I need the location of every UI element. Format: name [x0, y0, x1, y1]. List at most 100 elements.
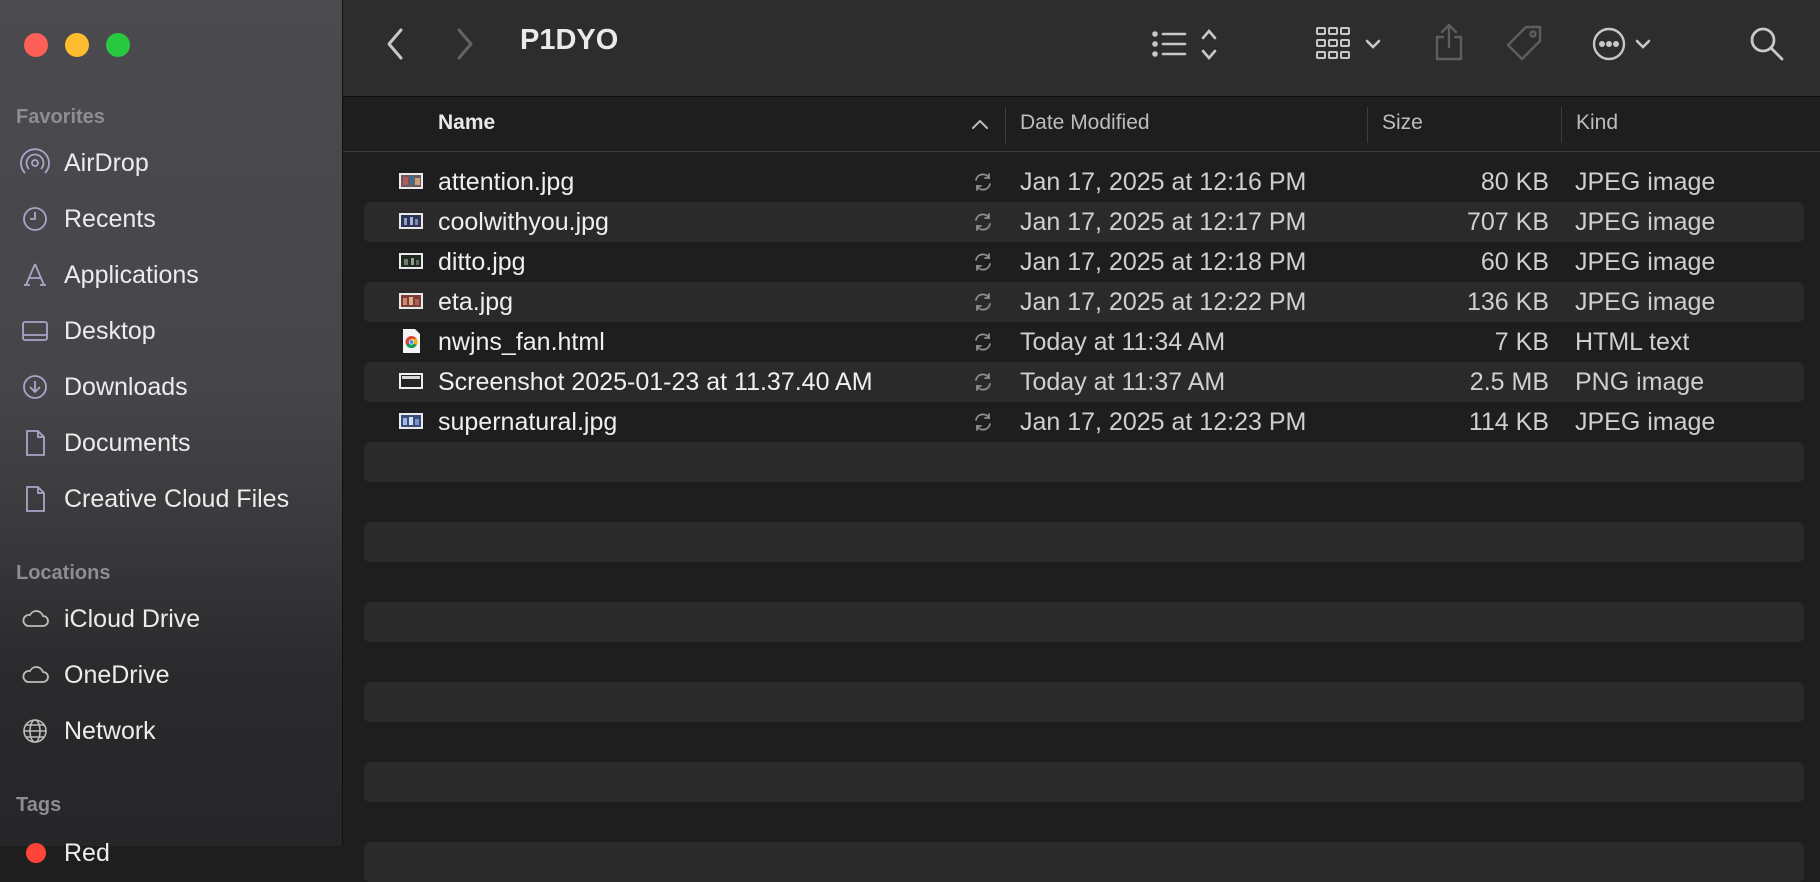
sidebar-item-icloud-drive[interactable]: iCloud Drive [0, 596, 342, 642]
sidebar-item-documents[interactable]: Documents [0, 420, 342, 466]
column-separator[interactable] [1561, 107, 1562, 143]
sidebar-item-label: Network [64, 716, 156, 745]
file-date: Jan 17, 2025 at 12:16 PM [1020, 168, 1307, 196]
share-button[interactable] [1429, 20, 1469, 64]
column-separator[interactable] [1367, 107, 1368, 143]
clock-icon [20, 204, 50, 234]
sync-status-icon [975, 373, 991, 391]
column-header-kind[interactable]: Kind [1576, 111, 1618, 135]
screenshot-thumbnail-icon [399, 373, 423, 389]
empty-row-stripe [364, 682, 1804, 722]
column-header: Name Date Modified Size Kind [343, 97, 1820, 152]
file-size: 60 KB [1480, 248, 1549, 276]
sidebar-item-airdrop[interactable]: AirDrop [0, 140, 342, 186]
cloud-icon [20, 604, 50, 634]
chrome-document-icon [403, 329, 420, 353]
favorites-section-title: Favorites [16, 106, 105, 128]
zoom-window-button[interactable] [106, 33, 130, 57]
file-date: Jan 17, 2025 at 12:22 PM [1020, 288, 1307, 316]
sidebar-item-label: Desktop [64, 316, 156, 345]
sidebar-item-downloads[interactable]: Downloads [0, 364, 342, 410]
sidebar: Favorites AirDrop Recents Applications D… [0, 0, 343, 867]
more-actions-button[interactable] [1591, 24, 1659, 64]
file-row-ditto[interactable]: ditto.jpg Jan 17, 2025 at 12:18 PM 60 KB… [364, 242, 1804, 282]
file-date: Jan 17, 2025 at 12:18 PM [1020, 248, 1307, 276]
search-button[interactable] [1747, 24, 1787, 64]
sidebar-item-tag-red[interactable]: Red [0, 830, 342, 876]
globe-icon [20, 716, 50, 746]
sidebar-item-desktop[interactable]: Desktop [0, 308, 342, 354]
empty-row-stripe [364, 602, 1804, 642]
red-tag-dot-icon [26, 843, 46, 863]
file-row-attention[interactable]: attention.jpg Jan 17, 2025 at 12:16 PM 8… [364, 162, 1804, 202]
image-thumbnail-icon [399, 213, 423, 229]
sync-status-icon [975, 173, 991, 191]
sidebar-item-recents[interactable]: Recents [0, 196, 342, 242]
close-window-button[interactable] [24, 33, 48, 57]
file-name: nwjns_fan.html [438, 328, 605, 356]
image-thumbnail-icon [399, 173, 423, 189]
file-date: Jan 17, 2025 at 12:23 PM [1020, 408, 1307, 436]
sync-status-icon [975, 253, 991, 271]
file-name: ditto.jpg [438, 248, 526, 276]
sidebar-item-network[interactable]: Network [0, 708, 342, 754]
column-header-name[interactable]: Name [438, 111, 495, 135]
back-button[interactable] [383, 26, 407, 62]
image-thumbnail-icon [399, 293, 423, 309]
chevron-right-icon [457, 28, 473, 60]
sidebar-item-label: Recents [64, 204, 156, 233]
file-row-coolwithyou[interactable]: coolwithyou.jpg Jan 17, 2025 at 12:17 PM… [364, 202, 1804, 242]
applications-icon [20, 260, 50, 290]
file-date: Today at 11:37 AM [1020, 368, 1226, 396]
group-by-button[interactable] [1315, 22, 1389, 64]
file-list: attention.jpg Jan 17, 2025 at 12:16 PM 8… [343, 162, 1820, 882]
tags-button[interactable] [1503, 22, 1547, 66]
column-header-size[interactable]: Size [1382, 111, 1423, 135]
file-size: 2.5 MB [1469, 368, 1549, 396]
sidebar-item-label: Documents [64, 428, 191, 457]
minimize-window-button[interactable] [65, 33, 89, 57]
column-header-date-modified[interactable]: Date Modified [1020, 111, 1150, 135]
airdrop-icon [20, 148, 50, 178]
search-icon [1750, 27, 1784, 61]
tags-section-title: Tags [16, 794, 62, 816]
file-kind: JPEG image [1575, 288, 1716, 316]
document-icon [20, 428, 50, 458]
toolbar: P1DYO [343, 0, 1820, 97]
list-view-icon [1152, 29, 1217, 60]
empty-row-stripe [364, 522, 1804, 562]
file-row-nwjns-fan[interactable]: nwjns_fan.html Today at 11:34 AM 7 KB HT… [364, 322, 1804, 362]
view-mode-list-button[interactable] [1149, 24, 1221, 64]
sidebar-item-creative-cloud-files[interactable]: Creative Cloud Files [0, 476, 342, 522]
file-kind: JPEG image [1575, 248, 1716, 276]
file-kind: JPEG image [1575, 408, 1716, 436]
sort-ascending-chevron-icon[interactable] [971, 117, 989, 131]
sync-status-icon [975, 213, 991, 231]
tag-icon [1506, 25, 1542, 61]
sidebar-item-label: OneDrive [64, 660, 170, 689]
file-row-eta[interactable]: eta.jpg Jan 17, 2025 at 12:22 PM 136 KB … [364, 282, 1804, 322]
image-thumbnail-icon [399, 253, 423, 269]
grid-group-icon [1316, 27, 1381, 59]
sidebar-item-label: Creative Cloud Files [64, 484, 290, 513]
file-row-supernatural[interactable]: supernatural.jpg Jan 17, 2025 at 12:23 P… [364, 402, 1804, 442]
file-size: 7 KB [1494, 328, 1549, 356]
file-row-screenshot[interactable]: Screenshot 2025-01-23 at 11.37.40 AM Tod… [364, 362, 1804, 402]
sidebar-item-label: Applications [64, 260, 199, 289]
file-kind: JPEG image [1575, 208, 1716, 236]
file-kind: HTML text [1575, 328, 1690, 356]
sidebar-item-label: Red [64, 838, 110, 867]
ellipsis-circle-icon [1592, 27, 1651, 61]
cloud-icon [20, 660, 50, 690]
sidebar-item-applications[interactable]: Applications [0, 252, 342, 298]
file-kind: PNG image [1575, 368, 1705, 396]
column-separator[interactable] [1005, 107, 1006, 143]
file-date: Today at 11:34 AM [1020, 328, 1226, 356]
sidebar-item-onedrive[interactable]: OneDrive [0, 652, 342, 698]
forward-button[interactable] [453, 26, 477, 62]
empty-row-stripe [364, 842, 1804, 882]
locations-section-title: Locations [16, 562, 111, 584]
image-thumbnail-icon [399, 413, 423, 429]
file-date: Jan 17, 2025 at 12:17 PM [1020, 208, 1307, 236]
file-name: coolwithyou.jpg [438, 208, 609, 236]
